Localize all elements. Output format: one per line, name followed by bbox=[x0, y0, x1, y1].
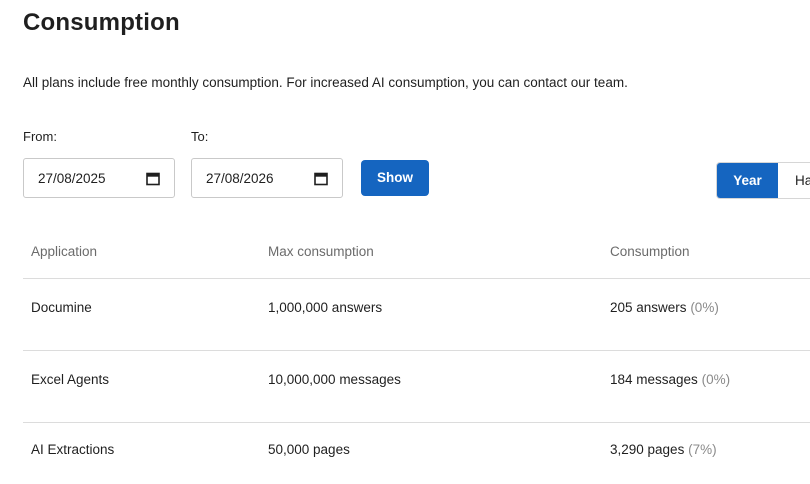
from-label: From: bbox=[23, 129, 57, 144]
to-date-value: 27/08/2026 bbox=[206, 171, 274, 186]
cell-max-consumption: 10,000,000 messages bbox=[268, 372, 401, 387]
column-header-consumption: Consumption bbox=[610, 244, 690, 259]
cell-application: Excel Agents bbox=[31, 372, 110, 387]
cell-max-consumption: 1,000,000 answers bbox=[268, 300, 383, 315]
period-option-year[interactable]: Year bbox=[717, 163, 778, 198]
cell-application: Documine bbox=[31, 300, 92, 315]
column-header-application: Application bbox=[31, 244, 98, 259]
consumption-percent: (7%) bbox=[688, 442, 717, 457]
consumption-value: 3,290 pages bbox=[610, 442, 685, 457]
table-header: Application Max consumption Consumption bbox=[23, 228, 810, 279]
page-title: Consumption bbox=[23, 9, 180, 36]
to-date-input[interactable]: 27/08/2026 bbox=[191, 158, 343, 198]
cell-max-consumption: 50,000 pages bbox=[268, 442, 350, 457]
to-label: To: bbox=[191, 129, 209, 144]
consumption-percent: (0%) bbox=[690, 300, 719, 315]
consumption-page: Consumption All plans include free month… bbox=[0, 0, 810, 484]
consumption-value: 205 answers bbox=[610, 300, 687, 315]
consumption-value: 184 messages bbox=[610, 372, 698, 387]
from-date-input[interactable]: 27/08/2025 bbox=[23, 158, 175, 198]
table-row: AI Extractions 50,000 pages 3,290 pages … bbox=[23, 421, 810, 484]
period-option-half[interactable]: Ha bbox=[778, 163, 810, 198]
from-date-value: 27/08/2025 bbox=[38, 171, 106, 186]
cell-consumption: 184 messages (0%) bbox=[610, 372, 730, 387]
consumption-percent: (0%) bbox=[701, 372, 731, 387]
column-header-max-consumption: Max consumption bbox=[268, 244, 374, 259]
cell-consumption: 205 answers (0%) bbox=[610, 300, 719, 315]
table-row: Documine 1,000,000 answers 205 answers (… bbox=[23, 279, 810, 351]
calendar-icon[interactable] bbox=[314, 172, 328, 186]
calendar-icon[interactable] bbox=[146, 172, 160, 186]
page-description: All plans include free monthly consumpti… bbox=[23, 75, 628, 90]
cell-application: AI Extractions bbox=[31, 442, 115, 457]
cell-consumption: 3,290 pages (7%) bbox=[610, 442, 717, 457]
table-row: Excel Agents 10,000,000 messages 184 mes… bbox=[23, 351, 810, 423]
period-toggle: Year Ha bbox=[716, 162, 810, 199]
show-button[interactable]: Show bbox=[361, 160, 429, 196]
